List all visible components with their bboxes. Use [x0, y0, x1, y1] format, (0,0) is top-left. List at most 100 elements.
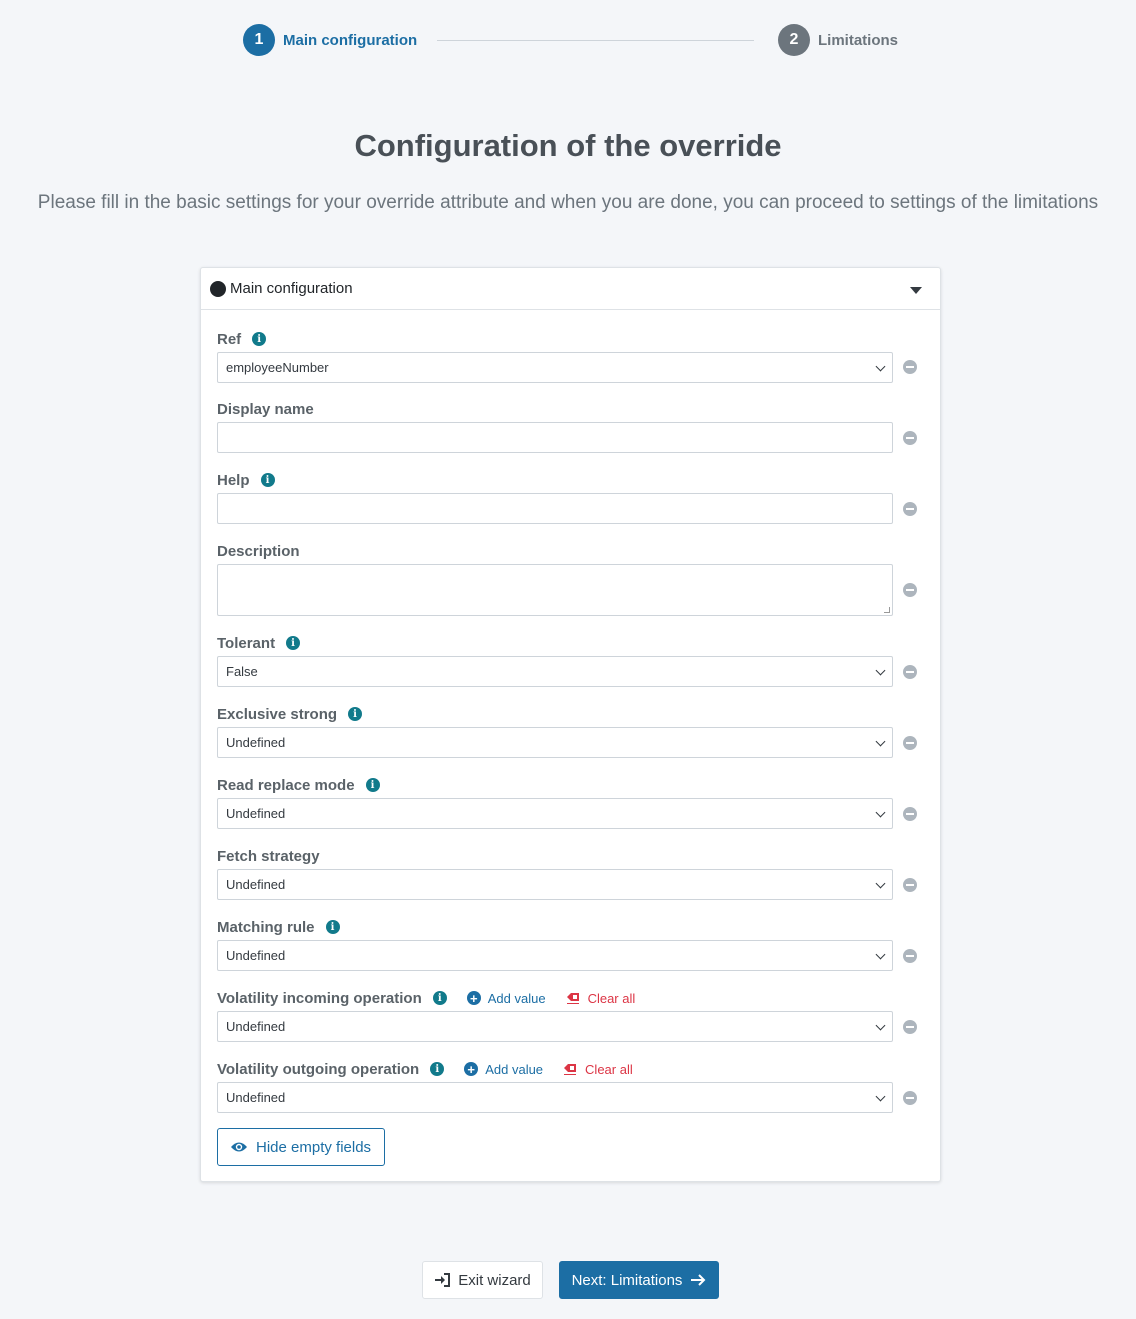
eye-icon	[231, 1142, 247, 1152]
info-icon[interactable]: i	[430, 1062, 445, 1076]
help-input[interactable]	[217, 493, 893, 524]
clear-all-button[interactable]: Clear all	[563, 1062, 633, 1077]
step-label: Limitations	[818, 31, 899, 49]
next-limitations-label: Next: Limitations	[571, 1271, 683, 1289]
chevron-down-icon	[875, 949, 886, 960]
ref-select[interactable]: employeeNumber	[217, 352, 893, 383]
field-label: Fetch strategy	[217, 847, 320, 865]
plus-circle-icon: +	[464, 1062, 479, 1076]
clear-all-button[interactable]: Clear all	[566, 990, 636, 1006]
step-label: Main configuration	[283, 31, 418, 49]
field-read-replace-mode: Read replace mode i Undefined	[217, 775, 927, 829]
chevron-down-icon	[875, 1091, 886, 1102]
remove-icon[interactable]	[903, 1020, 917, 1034]
field-fetch-strategy: Fetch strategy Undefined	[217, 846, 927, 900]
step-connector	[437, 40, 754, 41]
remove-icon[interactable]	[903, 431, 917, 445]
remove-icon[interactable]	[903, 949, 917, 963]
chevron-down-icon	[875, 665, 886, 676]
eraser-icon	[564, 1064, 577, 1075]
field-label: Matching rule	[217, 918, 315, 936]
remove-icon[interactable]	[903, 360, 917, 374]
step-limitations[interactable]: 2 Limitations	[778, 24, 898, 56]
exit-wizard-button[interactable]: Exit wizard	[422, 1261, 543, 1299]
step-number: 1	[243, 24, 275, 56]
select-value: Undefined	[226, 735, 286, 750]
panel-title: Main configuration	[230, 280, 353, 297]
add-value-label: Add value	[487, 990, 546, 1006]
next-limitations-button[interactable]: Next: Limitations	[559, 1261, 719, 1299]
info-icon[interactable]: i	[325, 920, 340, 934]
display-name-input[interactable]	[217, 422, 893, 453]
field-label: Display name	[217, 400, 314, 418]
remove-icon[interactable]	[903, 878, 917, 892]
field-volatility-outgoing: Volatility outgoing operation i + Add va…	[217, 1059, 927, 1113]
wizard-stepper: 1 Main configuration 2 Limitations	[243, 24, 898, 56]
main-configuration-panel: Main configuration Ref i employeeNumber …	[200, 267, 941, 1182]
select-value: Undefined	[226, 1090, 286, 1105]
info-icon[interactable]: i	[365, 778, 380, 792]
field-tolerant: Tolerant i False	[217, 633, 927, 687]
info-icon[interactable]: i	[286, 636, 301, 650]
remove-icon[interactable]	[903, 736, 917, 750]
select-value: Undefined	[226, 806, 286, 821]
field-matching-rule: Matching rule i Undefined	[217, 917, 927, 971]
remove-icon[interactable]	[903, 502, 917, 516]
info-icon[interactable]: i	[252, 332, 267, 346]
step-number: 2	[778, 24, 810, 56]
add-value-button[interactable]: + Add value	[464, 1062, 543, 1077]
field-exclusive-strong: Exclusive strong i Undefined	[217, 704, 927, 758]
info-icon[interactable]: i	[348, 707, 363, 721]
field-label: Volatility outgoing operation	[217, 1060, 420, 1078]
page-title: Configuration of the override	[354, 128, 782, 163]
volatility-incoming-select[interactable]: Undefined	[217, 1011, 893, 1042]
field-ref: Ref i employeeNumber	[217, 329, 927, 383]
fetch-strategy-select[interactable]: Undefined	[217, 869, 893, 900]
clear-all-label: Clear all	[585, 1061, 633, 1077]
remove-icon[interactable]	[903, 1091, 917, 1105]
tolerant-select[interactable]: False	[217, 656, 893, 687]
add-value-label: Add value	[485, 1061, 544, 1077]
arrow-right-icon	[691, 1274, 706, 1286]
chevron-down-icon	[875, 1020, 886, 1031]
field-description: Description	[217, 541, 927, 616]
chevron-down-icon	[875, 361, 886, 372]
chevron-down-icon	[875, 878, 886, 889]
plus-circle-icon: +	[466, 991, 481, 1005]
remove-icon[interactable]	[903, 807, 917, 821]
volatility-outgoing-select[interactable]: Undefined	[217, 1082, 893, 1113]
field-help: Help i	[217, 470, 927, 524]
clear-all-label: Clear all	[587, 990, 636, 1006]
chevron-down-icon	[875, 736, 886, 747]
field-label: Volatility incoming operation	[217, 989, 422, 1007]
exit-wizard-label: Exit wizard	[458, 1271, 531, 1289]
field-label: Exclusive strong	[217, 705, 338, 723]
sign-in-icon	[435, 1273, 451, 1287]
select-value: Undefined	[226, 1019, 286, 1034]
field-volatility-incoming: Volatility incoming operation i + Add va…	[217, 988, 927, 1042]
select-value: Undefined	[226, 877, 286, 892]
select-value: Undefined	[226, 948, 286, 963]
description-textarea[interactable]	[217, 564, 893, 616]
remove-icon[interactable]	[903, 665, 917, 679]
matching-rule-select[interactable]: Undefined	[217, 940, 893, 971]
collapse-caret-icon[interactable]	[910, 287, 922, 294]
field-label: Ref	[217, 330, 242, 348]
page-subtitle: Please fill in the basic settings for yo…	[37, 192, 1099, 213]
field-label: Tolerant	[217, 634, 276, 652]
add-value-button[interactable]: + Add value	[466, 990, 546, 1006]
read-replace-mode-select[interactable]: Undefined	[217, 798, 893, 829]
hide-empty-fields-label: Hide empty fields	[256, 1138, 372, 1156]
hide-empty-fields-button[interactable]: Hide empty fields	[217, 1128, 385, 1166]
info-icon[interactable]: i	[432, 991, 447, 1005]
remove-icon[interactable]	[903, 583, 917, 597]
field-display-name: Display name	[217, 399, 927, 453]
info-icon[interactable]: i	[260, 473, 275, 487]
resize-handle-icon[interactable]	[884, 607, 890, 613]
step-main-configuration[interactable]: 1 Main configuration	[243, 24, 417, 56]
panel-header[interactable]: Main configuration	[201, 268, 940, 310]
exclusive-strong-select[interactable]: Undefined	[217, 727, 893, 758]
select-value: False	[226, 664, 258, 679]
field-label: Description	[217, 542, 300, 560]
chevron-down-icon	[875, 807, 886, 818]
